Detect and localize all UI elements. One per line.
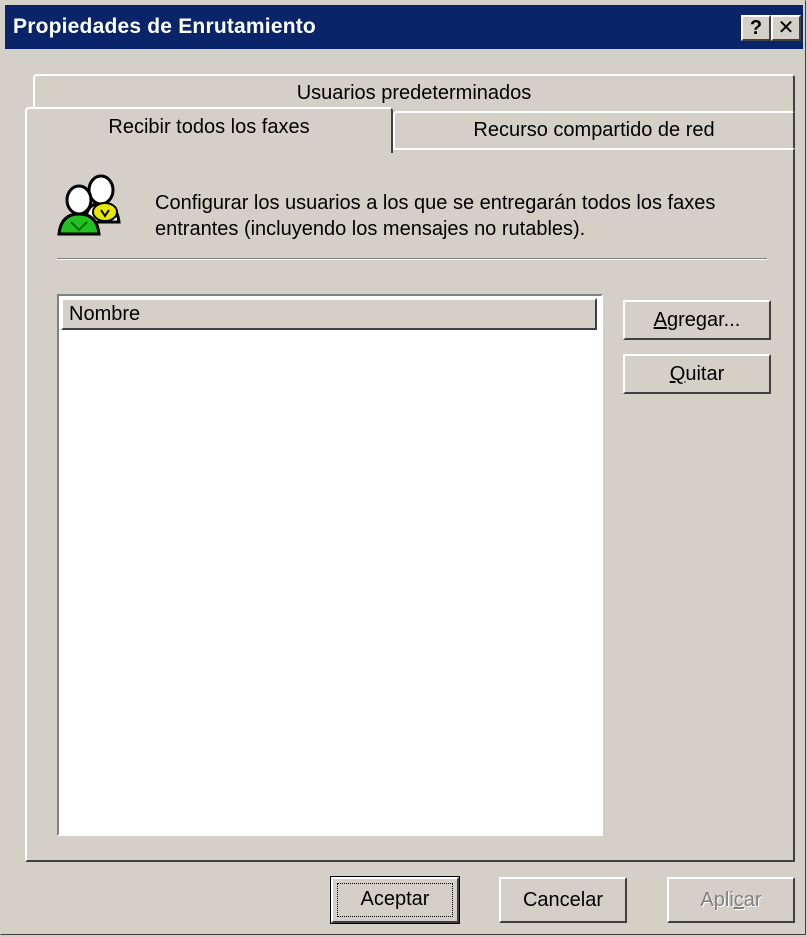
separator: [57, 258, 767, 260]
ok-button[interactable]: Aceptar: [330, 876, 460, 924]
add-label: gregar...: [666, 309, 741, 331]
properties-dialog: Propiedades de Enrutamiento ? ✕ Usuarios…: [0, 0, 806, 935]
add-mnemonic-letter: A: [653, 309, 667, 331]
tab-recibir-todos[interactable]: Recibir todos los faxes: [25, 107, 393, 153]
description: Configurar los usuarios a los que se ent…: [155, 190, 775, 242]
focus-rect: [337, 883, 453, 917]
description-line-1: Configurar los usuarios a los que se ent…: [155, 192, 716, 214]
apply-button[interactable]: Aplicar: [667, 877, 795, 923]
window-title: Propiedades de Enrutamiento: [13, 15, 316, 38]
description-line-2: entrantes (incluyendo los mensajes no ru…: [155, 218, 586, 240]
title-bar[interactable]: Propiedades de Enrutamiento ? ✕: [5, 5, 803, 49]
apply-label-post: ar: [743, 889, 762, 911]
cancel-button[interactable]: Cancelar: [499, 877, 627, 923]
remove-label: uitar: [685, 363, 725, 385]
help-button[interactable]: ?: [741, 15, 771, 41]
remove-mnemonic-letter: Q: [669, 363, 686, 385]
column-header-nombre[interactable]: Nombre: [61, 298, 597, 330]
tab-panel: Configurar los usuarios a los que se ent…: [25, 148, 795, 862]
users-icon: [57, 174, 121, 236]
apply-label-pre: Apli: [700, 889, 734, 911]
tab-recurso-compartido[interactable]: Recurso compartido de red: [393, 111, 795, 149]
apply-mnemonic: c: [733, 889, 744, 911]
remove-button[interactable]: Quitar: [623, 354, 771, 394]
add-button[interactable]: Agregar...: [623, 300, 771, 340]
users-list[interactable]: Nombre: [57, 294, 603, 836]
close-button[interactable]: ✕: [771, 15, 801, 41]
